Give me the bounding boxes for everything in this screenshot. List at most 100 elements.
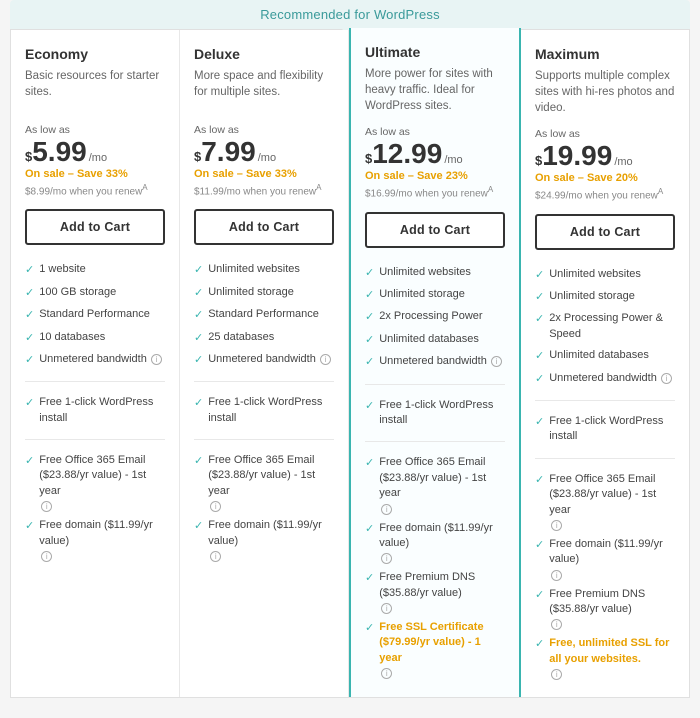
- info-icon[interactable]: i: [551, 619, 562, 630]
- info-icon[interactable]: i: [551, 520, 562, 531]
- feature-text: Unlimited storage: [549, 289, 635, 304]
- price-row-ultimate: $ 12.99 /mo: [365, 140, 505, 168]
- price-row-maximum: $ 19.99 /mo: [535, 142, 675, 170]
- add-to-cart-button-economy[interactable]: Add to Cart: [25, 209, 165, 245]
- feature-item: ✓ Unlimited databases: [365, 329, 505, 351]
- extra-features-list-maximum: ✓ Free 1-click WordPress install: [535, 411, 675, 448]
- recommended-banner: Recommended for WordPress: [10, 0, 690, 29]
- check-icon: ✓: [194, 396, 203, 411]
- extra-features-list-economy: ✓ Free 1-click WordPress install: [25, 392, 165, 429]
- feature-divider: [25, 381, 165, 382]
- feature-item: ✓ 1 website: [25, 259, 165, 281]
- price-label-economy: As low as: [25, 124, 165, 136]
- bonus-feature-item: ✓ Free Premium DNS ($35.88/yr value) i: [535, 584, 675, 634]
- feature-item: ✓ Unmetered bandwidth i: [365, 351, 505, 373]
- feature-text: 100 GB storage: [39, 285, 116, 300]
- info-icon[interactable]: i: [381, 504, 392, 515]
- check-icon: ✓: [365, 522, 374, 537]
- feature-item: ✓ Unmetered bandwidth i: [25, 349, 165, 371]
- check-icon: ✓: [25, 353, 34, 368]
- info-icon[interactable]: i: [41, 551, 52, 562]
- feature-divider: [194, 381, 334, 382]
- check-icon: ✓: [535, 372, 544, 387]
- price-label-maximum: As low as: [535, 128, 675, 140]
- price-mo-maximum: /mo: [614, 156, 632, 168]
- extra-feature-item: ✓ Free 1-click WordPress install: [25, 392, 165, 429]
- bonus-feature-text: Free Premium DNS ($35.88/yr value): [549, 587, 675, 618]
- add-to-cart-button-ultimate[interactable]: Add to Cart: [365, 212, 505, 248]
- bonus-feature-text: Free domain ($11.99/yr value): [39, 518, 165, 549]
- extra-feature-item: ✓ Free 1-click WordPress install: [194, 392, 334, 429]
- feature-text: Unlimited databases: [379, 332, 479, 347]
- price-mo-deluxe: /mo: [258, 152, 276, 164]
- sale-badge-ultimate: On sale – Save 23%: [365, 170, 505, 182]
- check-icon: ✓: [25, 454, 34, 469]
- check-icon: ✓: [365, 571, 374, 586]
- renew-price-deluxe: $11.99/mo when you renewA: [194, 183, 334, 197]
- price-label-deluxe: As low as: [194, 124, 334, 136]
- price-row-deluxe: $ 7.99 /mo: [194, 138, 334, 166]
- price-dollar-maximum: $: [535, 154, 542, 167]
- extra-features-list-ultimate: ✓ Free 1-click WordPress install: [365, 395, 505, 432]
- info-icon[interactable]: i: [381, 553, 392, 564]
- price-dollar-economy: $: [25, 150, 32, 163]
- bonus-feature-text: Free Office 365 Email ($23.88/yr value) …: [549, 472, 675, 518]
- feature-item: ✓ 10 databases: [25, 327, 165, 349]
- info-icon[interactable]: i: [41, 501, 52, 512]
- plan-description-maximum: Supports multiple complex sites with hi-…: [535, 68, 675, 116]
- price-amount-economy: 5.99: [32, 138, 87, 166]
- renew-price-maximum: $24.99/mo when you renewA: [535, 187, 675, 201]
- info-icon[interactable]: i: [210, 501, 221, 512]
- info-icon[interactable]: i: [381, 668, 392, 679]
- feature-text: Standard Performance: [208, 307, 319, 322]
- info-icon[interactable]: i: [551, 570, 562, 581]
- extra-feature-text: Free 1-click WordPress install: [379, 398, 505, 429]
- info-icon[interactable]: i: [381, 603, 392, 614]
- feature-item: ✓ Unlimited storage: [535, 286, 675, 308]
- info-icon[interactable]: i: [551, 669, 562, 680]
- bonus-feature-item: ✓ Free domain ($11.99/yr value) i: [365, 518, 505, 568]
- info-icon[interactable]: i: [210, 551, 221, 562]
- info-icon[interactable]: i: [661, 373, 672, 384]
- add-to-cart-button-deluxe[interactable]: Add to Cart: [194, 209, 334, 245]
- banner-text: Recommended for WordPress: [260, 7, 440, 22]
- plans-container: Economy Basic resources for starter site…: [10, 29, 690, 698]
- page-wrapper: Recommended for WordPress Economy Basic …: [0, 0, 700, 718]
- check-icon: ✓: [535, 637, 544, 652]
- check-icon: ✓: [25, 308, 34, 323]
- bonus-feature-item: ✓ Free SSL Certificate ($79.99/yr value)…: [365, 617, 505, 682]
- feature-divider-2: [25, 439, 165, 440]
- check-icon: ✓: [194, 519, 203, 534]
- bonus-feature-text: Free SSL Certificate ($79.99/yr value) -…: [379, 620, 505, 666]
- check-icon: ✓: [535, 268, 544, 283]
- add-to-cart-button-maximum[interactable]: Add to Cart: [535, 214, 675, 250]
- feature-divider-2: [365, 441, 505, 442]
- price-row-economy: $ 5.99 /mo: [25, 138, 165, 166]
- price-amount-deluxe: 7.99: [201, 138, 256, 166]
- check-icon: ✓: [365, 355, 374, 370]
- check-icon: ✓: [365, 266, 374, 281]
- feature-item: ✓ Unlimited websites: [194, 259, 334, 281]
- check-icon: ✓: [194, 263, 203, 278]
- renew-price-ultimate: $16.99/mo when you renewA: [365, 185, 505, 199]
- feature-item: ✓ 2x Processing Power & Speed: [535, 308, 675, 345]
- plan-column-economy: Economy Basic resources for starter site…: [11, 30, 180, 697]
- feature-item: ✓ 100 GB storage: [25, 282, 165, 304]
- feature-item: ✓ Standard Performance: [194, 304, 334, 326]
- feature-text: Unlimited websites: [379, 265, 471, 280]
- info-icon[interactable]: i: [151, 354, 162, 365]
- sale-badge-deluxe: On sale – Save 33%: [194, 168, 334, 180]
- price-dollar-deluxe: $: [194, 150, 201, 163]
- feature-divider: [535, 400, 675, 401]
- feature-text: Unmetered bandwidth: [39, 352, 147, 367]
- check-icon: ✓: [25, 396, 34, 411]
- info-icon[interactable]: i: [491, 356, 502, 367]
- check-icon: ✓: [365, 333, 374, 348]
- check-icon: ✓: [535, 473, 544, 488]
- plan-description-deluxe: More space and flexibility for multiple …: [194, 68, 334, 112]
- features-list-economy: ✓ 1 website ✓ 100 GB storage ✓: [25, 259, 165, 371]
- info-icon[interactable]: i: [320, 354, 331, 365]
- bonus-features-list-ultimate: ✓ Free Office 365 Email ($23.88/yr value…: [365, 452, 505, 682]
- features-list-maximum: ✓ Unlimited websites ✓ Unlimited storage: [535, 264, 675, 390]
- price-mo-economy: /mo: [89, 152, 107, 164]
